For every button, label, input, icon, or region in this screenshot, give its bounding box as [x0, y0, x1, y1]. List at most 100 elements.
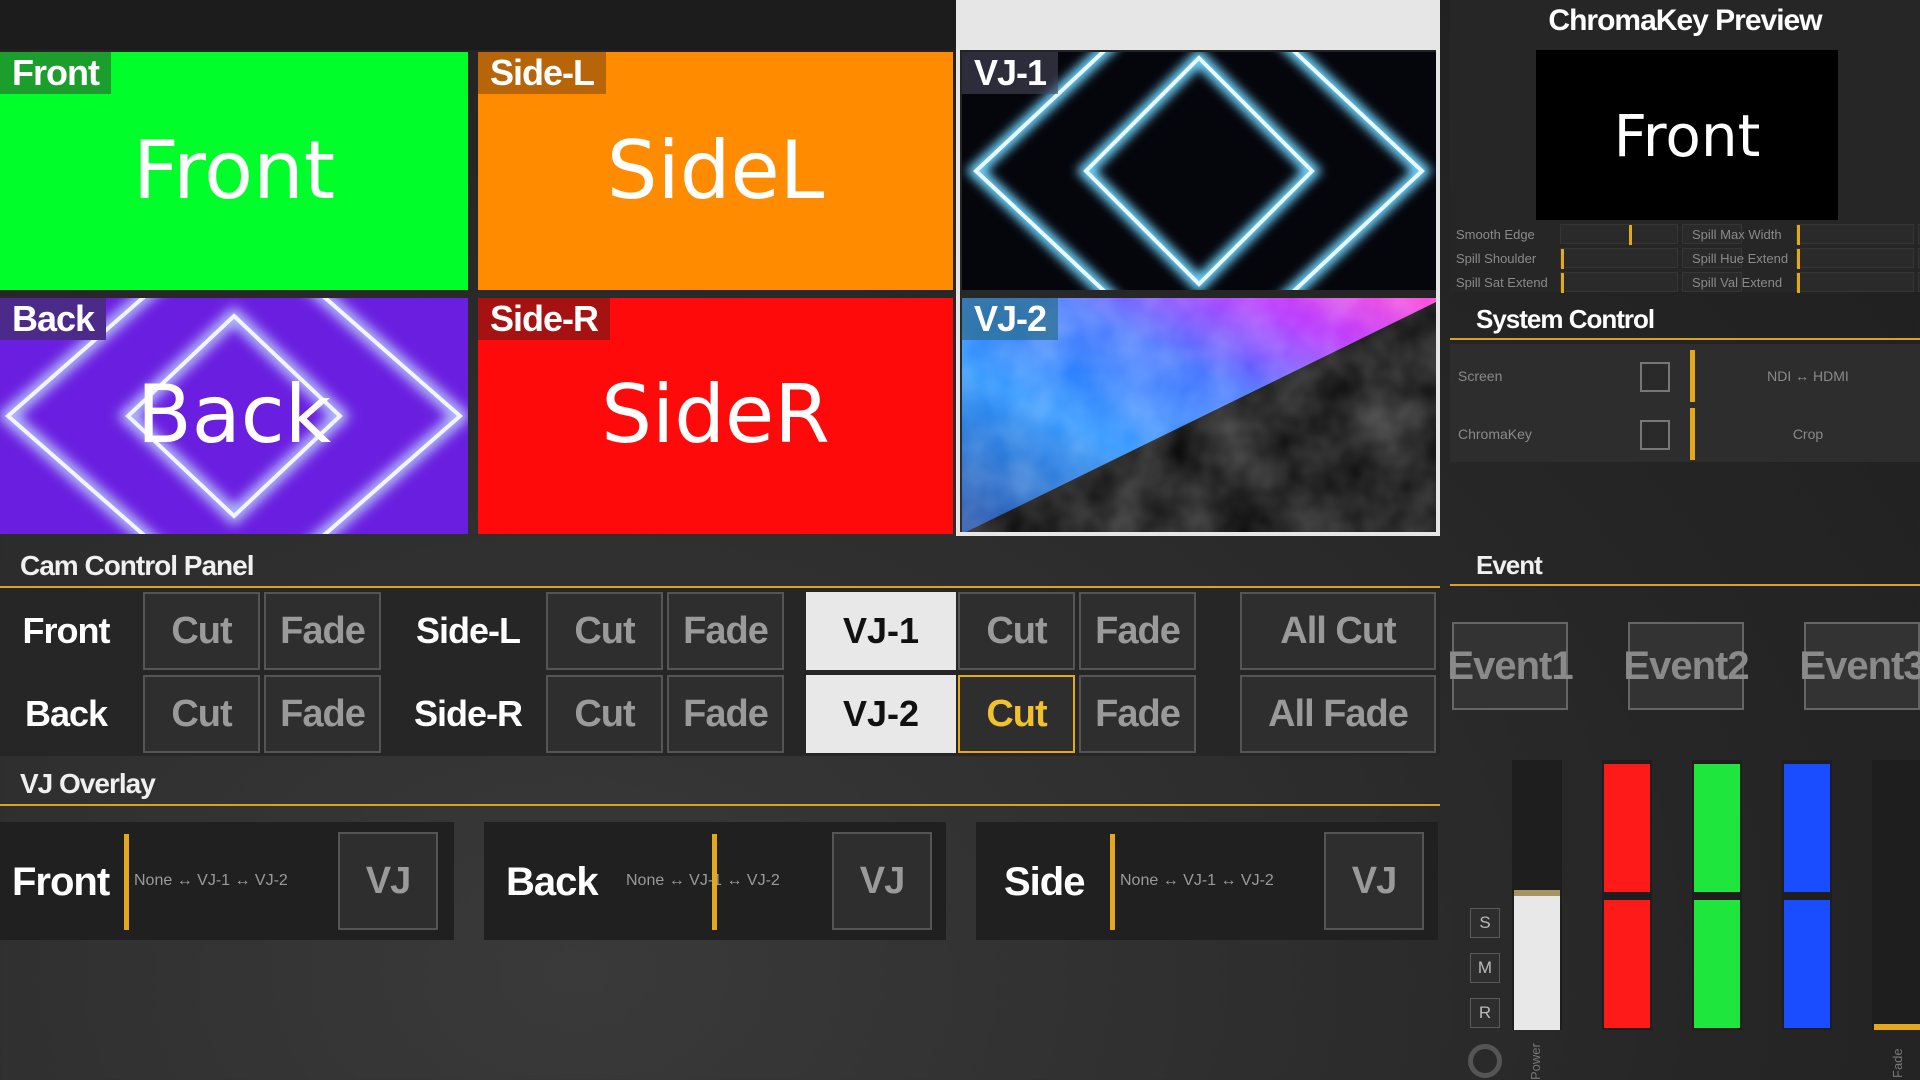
- screen-checkbox[interactable]: [1640, 362, 1670, 392]
- preview-tag: Side-R: [478, 298, 611, 340]
- cam-side-r-label: Side-R: [413, 693, 523, 734]
- chromakey-checkbox[interactable]: [1640, 420, 1670, 450]
- preview-side-r[interactable]: Side-R SideR: [478, 298, 953, 534]
- cam-front-label: Front: [22, 610, 111, 651]
- record-button[interactable]: R: [1470, 998, 1500, 1028]
- vj-overlay-front-group: Front None ↔ VJ-1 ↔ VJ-2 VJ: [0, 822, 454, 940]
- vj-overlay-back-group: Back None ↔ VJ-1 ↔ VJ-2 VJ: [484, 822, 946, 940]
- chromakey-slider[interactable]: [1796, 224, 1914, 245]
- preview-front[interactable]: Front Front: [0, 52, 468, 290]
- preview-side-l[interactable]: Side-L SideL: [478, 52, 953, 290]
- preview-text: SideR: [601, 368, 830, 461]
- cam-back-label: Back: [24, 693, 108, 734]
- chromakey-label: ChromaKey: [1458, 426, 1532, 442]
- power-fader-label: Power: [1528, 1043, 1543, 1080]
- power-fader[interactable]: [1512, 760, 1562, 1030]
- vj2-select-button[interactable]: VJ-2: [806, 675, 956, 753]
- vj-overlay-back-slider[interactable]: [712, 834, 717, 930]
- preview-text: Back: [136, 368, 332, 461]
- preview-tag: Back: [0, 298, 107, 340]
- blue-fader-fill: [1784, 764, 1830, 892]
- mute-button[interactable]: M: [1470, 953, 1500, 983]
- power-fader-fill: [1514, 895, 1560, 1030]
- chromakey-option: Crop: [1792, 426, 1824, 442]
- vj-overlay-side-slider[interactable]: [1110, 834, 1115, 930]
- fade-fader-label: Fade: [1890, 1048, 1905, 1078]
- chromakey-slider-label: Spill Val Extend: [1692, 275, 1783, 290]
- back-cut-button[interactable]: Cut: [143, 675, 260, 753]
- vj1-cut-button[interactable]: Cut: [958, 592, 1075, 670]
- chromakey-slider-knob[interactable]: [1797, 273, 1800, 293]
- preview-back[interactable]: Back Back: [0, 298, 468, 534]
- chromakey-slider[interactable]: [1560, 248, 1678, 269]
- top-bar-light: [956, 0, 1440, 50]
- chromakey-toggle-bar[interactable]: [1690, 408, 1695, 460]
- vj-overlay-side-group: Side None ↔ VJ-1 ↔ VJ-2 VJ: [976, 822, 1438, 940]
- system-control-title: System Control: [1476, 304, 1655, 334]
- blue-fader-fill-lower: [1784, 900, 1830, 1028]
- vj2-fade-button[interactable]: Fade: [1079, 675, 1196, 753]
- vj-overlay-back-label: Back: [506, 860, 599, 904]
- event1-button[interactable]: Event1: [1447, 622, 1574, 710]
- vj-overlay-title: VJ Overlay: [20, 768, 156, 799]
- event3-button[interactable]: Event3: [1799, 622, 1920, 710]
- preview-border: [956, 50, 1440, 536]
- chromakey-slider-knob[interactable]: [1561, 249, 1564, 269]
- vj1-select-button[interactable]: VJ-1: [806, 592, 956, 670]
- back-fade-button[interactable]: Fade: [264, 675, 381, 753]
- front-cut-button[interactable]: Cut: [143, 592, 260, 670]
- vj-overlay-side-vj-button[interactable]: VJ: [1324, 832, 1424, 930]
- chromakey-slider-knob[interactable]: [1629, 225, 1632, 245]
- chromakey-preview-text: Front: [1613, 102, 1761, 170]
- blue-fader[interactable]: [1782, 760, 1832, 1030]
- side-r-cut-button[interactable]: Cut: [546, 675, 663, 753]
- chromakey-slider-label: Spill Max Width: [1692, 227, 1782, 242]
- chromakey-preview-box: Front: [1536, 50, 1838, 220]
- green-fader-fill: [1694, 764, 1740, 892]
- vj2-cut-button[interactable]: Cut: [958, 675, 1075, 753]
- chromakey-slider-knob[interactable]: [1561, 273, 1564, 293]
- screen-label: Screen: [1458, 368, 1503, 384]
- vj-overlay-back-vj-button[interactable]: VJ: [832, 832, 932, 930]
- event-title: Event: [1476, 550, 1543, 580]
- green-fader[interactable]: [1692, 760, 1742, 1030]
- side-r-fade-button[interactable]: Fade: [667, 675, 784, 753]
- event-line: [1450, 584, 1920, 586]
- screen-toggle-bar[interactable]: [1690, 350, 1695, 402]
- cam-side-l-label: Side-L: [415, 610, 521, 651]
- fade-fader[interactable]: [1872, 760, 1920, 1030]
- chromakey-slider-label: Spill Sat Extend: [1456, 275, 1548, 290]
- all-cut-button[interactable]: All Cut: [1240, 592, 1436, 670]
- vj-overlay-front-slider[interactable]: [124, 834, 129, 930]
- screen-row: Screen NDI ↔ HDMI: [1458, 350, 1918, 402]
- vj-overlay-side-label: Side: [1004, 860, 1085, 904]
- red-fader[interactable]: [1602, 760, 1652, 1030]
- all-fade-button[interactable]: All Fade: [1240, 675, 1436, 753]
- vj-overlay-front-options: None ↔ VJ-1 ↔ VJ-2: [134, 872, 288, 889]
- cam-control-title: Cam Control Panel: [20, 550, 254, 581]
- vj1-fade-button[interactable]: Fade: [1079, 592, 1196, 670]
- fade-fader-knob: [1874, 1024, 1920, 1030]
- chromakey-slider[interactable]: [1796, 248, 1914, 269]
- solo-button[interactable]: S: [1470, 908, 1500, 938]
- power-fader-knob: [1514, 890, 1560, 896]
- chromakey-slider-label: Smooth Edge: [1456, 227, 1535, 242]
- chromakey-row: ChromaKey Crop: [1458, 408, 1918, 460]
- vj-overlay-line: [0, 804, 1440, 806]
- power-icon[interactable]: [1468, 1044, 1502, 1078]
- vj-overlay-front-vj-button[interactable]: VJ: [338, 832, 438, 930]
- chromakey-slider[interactable]: [1796, 272, 1914, 293]
- chromakey-slider[interactable]: [1560, 272, 1678, 293]
- red-fader-fill: [1604, 764, 1650, 892]
- side-l-fade-button[interactable]: Fade: [667, 592, 784, 670]
- chromakey-slider-label: Spill Shoulder: [1456, 251, 1537, 266]
- top-bar: [0, 0, 956, 50]
- preview-text: SideL: [606, 124, 825, 217]
- chromakey-slider-knob[interactable]: [1797, 249, 1800, 269]
- event2-button[interactable]: Event2: [1623, 622, 1750, 710]
- front-fade-button[interactable]: Fade: [264, 592, 381, 670]
- system-control-line: [1450, 338, 1920, 340]
- chromakey-slider[interactable]: [1560, 224, 1678, 245]
- chromakey-slider-knob[interactable]: [1797, 225, 1800, 245]
- side-l-cut-button[interactable]: Cut: [546, 592, 663, 670]
